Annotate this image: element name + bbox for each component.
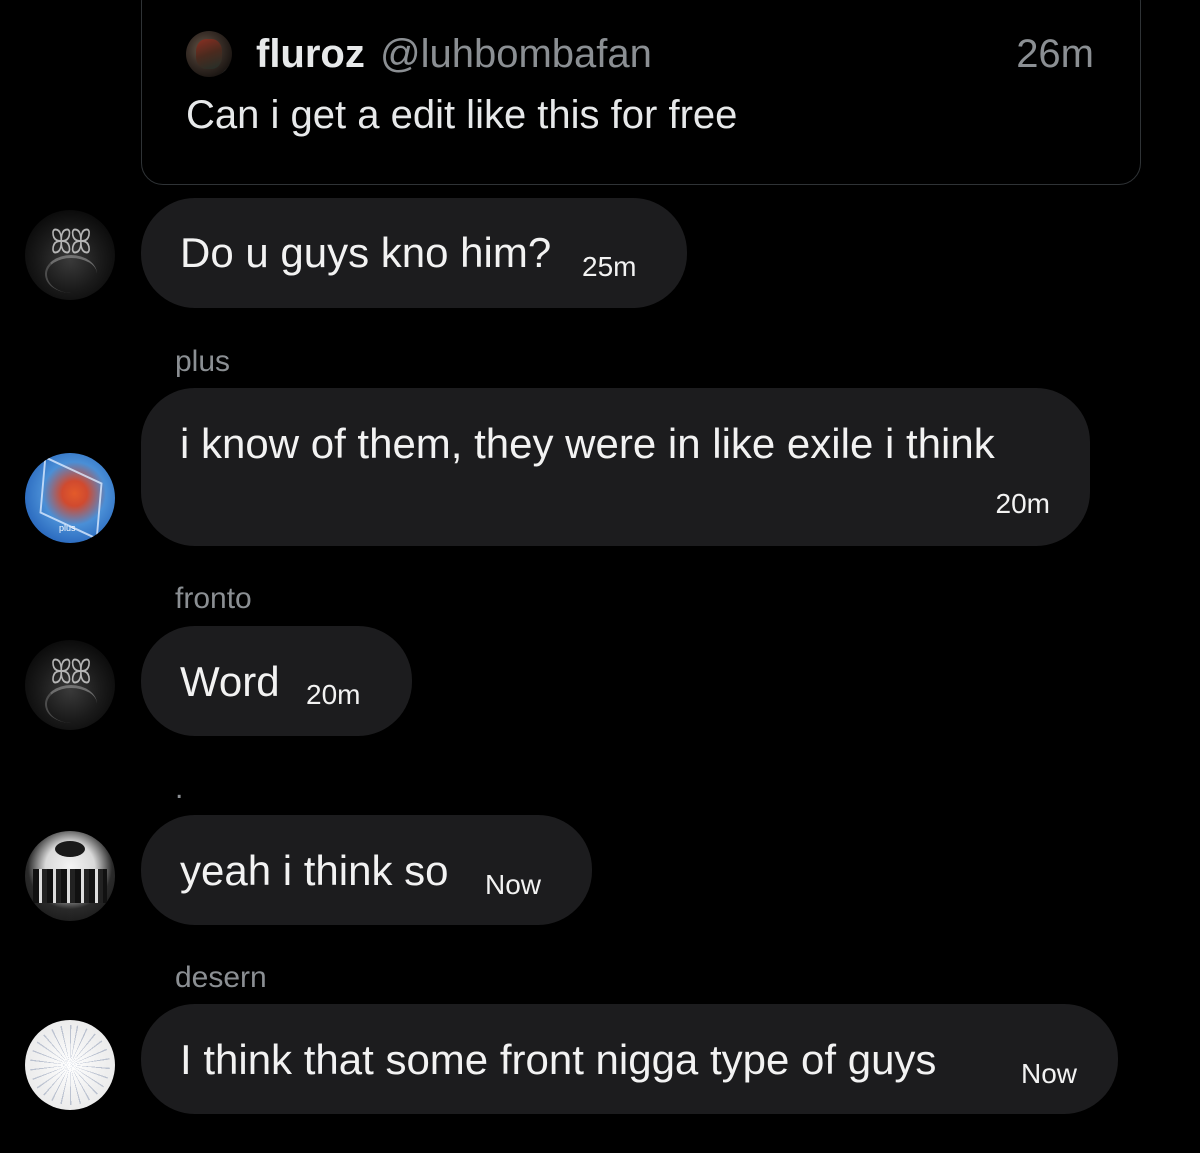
quoted-post-handle: @luhbombafan: [380, 32, 652, 76]
sender-name: fronto: [175, 582, 252, 615]
quoted-post-text: Can i get a edit like this for free: [186, 93, 738, 137]
message-time: 20m: [306, 679, 361, 710]
white-burst-avatar-icon[interactable]: [25, 1020, 115, 1110]
message-time: Now: [485, 869, 542, 900]
gothic-logo-avatar-icon[interactable]: ꕤꕤ: [25, 210, 115, 300]
profile-avatar-icon[interactable]: [186, 31, 232, 77]
message-bubble[interactable]: I think that some front nigga type of gu…: [141, 1004, 1118, 1114]
message-bubble[interactable]: i know of them, they were in like exile …: [141, 388, 1090, 546]
message-text: Do u guys kno him?: [180, 229, 552, 276]
quoted-post-display-name: fluroz: [256, 32, 365, 76]
quoted-post-time: 26m: [1016, 32, 1094, 76]
message-text: I think that some front nigga type of gu…: [180, 1036, 937, 1083]
sender-name: plus: [175, 345, 231, 378]
message-bubble[interactable]: Word 20m: [141, 626, 412, 736]
blue-star-avatar-icon[interactable]: plus: [25, 453, 115, 543]
message-text: i know of them, they were in like exile …: [180, 420, 995, 467]
message-bubble[interactable]: Do u guys kno him? 25m: [141, 198, 687, 308]
quoted-post-card[interactable]: fluroz @luhbombafan 26m Can i get a edit…: [141, 0, 1141, 185]
message-time: 20m: [995, 488, 1050, 519]
sender-name: .: [175, 772, 184, 805]
message-time: Now: [1020, 1058, 1077, 1089]
gothic-logo-avatar-icon[interactable]: ꕤꕤ: [25, 640, 115, 730]
avatar-label: plus: [59, 523, 76, 533]
message-bubble[interactable]: yeah i think so Now: [141, 815, 592, 925]
message-text: Word: [180, 658, 280, 705]
band-photo-avatar-icon[interactable]: [25, 831, 115, 921]
message-time: 25m: [582, 251, 637, 282]
message-text: yeah i think so: [180, 847, 449, 894]
sender-name: desern: [175, 961, 267, 994]
